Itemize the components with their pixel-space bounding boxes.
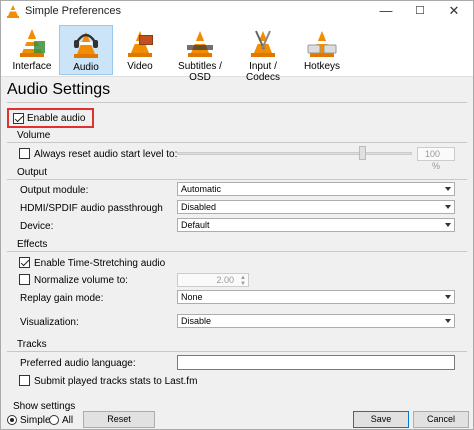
reset-audio-level-label: Always reset audio start level to:	[34, 149, 178, 160]
device-select[interactable]: Default	[177, 218, 455, 232]
enable-audio-checkbox[interactable]	[13, 113, 24, 124]
cone-interface-icon	[20, 29, 45, 57]
reset-audio-level-checkbox[interactable]	[19, 148, 30, 159]
tab-interface[interactable]: Interface	[7, 25, 57, 75]
volume-divider	[7, 142, 467, 143]
visualization-label: Visualization:	[20, 317, 79, 328]
tab-input-codecs[interactable]: Input / Codecs	[233, 25, 293, 83]
output-divider	[7, 179, 467, 180]
chevron-down-icon	[445, 187, 451, 191]
simple-radio-label: Simple	[20, 415, 51, 426]
spin-down-icon[interactable]: ▼	[240, 281, 246, 287]
maximize-button[interactable]: ☐	[403, 1, 437, 21]
device-label: Device:	[20, 221, 54, 232]
tracks-divider	[7, 351, 467, 352]
visualization-value: Disable	[181, 316, 212, 326]
replay-gain-label: Replay gain mode:	[20, 293, 104, 304]
output-group-label: Output	[17, 167, 48, 178]
hdmi-passthrough-value: Disabled	[181, 202, 217, 212]
tab-subtitles-osd[interactable]: Subtitles / OSD	[169, 25, 231, 83]
normalize-volume-label: Normalize volume to:	[34, 275, 128, 286]
all-radio[interactable]	[49, 415, 59, 425]
chevron-down-icon	[445, 319, 451, 323]
cone-video-icon	[128, 31, 153, 57]
chevron-down-icon	[445, 295, 451, 299]
tab-subtitles-osd-label: Subtitles / OSD	[178, 61, 222, 83]
vlc-cone-icon	[7, 5, 19, 18]
tab-video[interactable]: Video	[115, 25, 165, 75]
cone-subtitles-icon	[187, 31, 213, 57]
tab-hotkeys-label: Hotkeys	[303, 61, 341, 72]
show-settings-label: Show settings	[13, 401, 76, 412]
minimize-button[interactable]: —	[369, 1, 403, 21]
hdmi-passthrough-label: HDMI/SPDIF audio passthrough	[20, 203, 163, 214]
chevron-down-icon	[445, 223, 451, 227]
tab-input-codecs-label: Input / Codecs	[246, 61, 280, 83]
category-toolbar: Interface Audio Video Subtitles / OSD In…	[1, 21, 473, 83]
lastfm-checkbox[interactable]	[19, 375, 30, 386]
chevron-down-icon	[445, 205, 451, 209]
volume-slider-track[interactable]	[177, 152, 412, 155]
time-stretch-label: Enable Time-Stretching audio	[34, 258, 166, 269]
volume-group-label: Volume	[17, 130, 51, 141]
reset-preferences-button[interactable]: Reset Preferences	[83, 411, 155, 430]
cone-headphones-icon	[74, 32, 98, 58]
effects-group-label: Effects	[17, 239, 48, 250]
hdmi-passthrough-select[interactable]: Disabled	[177, 200, 455, 214]
tab-hotkeys[interactable]: Hotkeys	[297, 25, 347, 75]
device-value: Default	[181, 220, 210, 230]
window-title: Simple Preferences	[25, 5, 121, 17]
enable-audio-label: Enable audio	[27, 113, 86, 124]
normalize-volume-checkbox[interactable]	[19, 274, 30, 285]
output-module-value: Automatic	[181, 184, 222, 194]
volume-level-value: 100 %	[424, 149, 440, 171]
replay-gain-select[interactable]: None	[177, 290, 455, 304]
cancel-button[interactable]: Cancel	[413, 411, 469, 428]
preferred-language-input[interactable]	[177, 355, 455, 370]
output-module-select[interactable]: Automatic	[177, 182, 455, 196]
page-title: Audio Settings	[7, 81, 111, 98]
visualization-select[interactable]: Disable	[177, 314, 455, 328]
all-radio-label: All	[62, 415, 74, 426]
volume-level-spinbox[interactable]: 100 %	[417, 147, 455, 171]
time-stretch-checkbox[interactable]	[19, 257, 30, 268]
output-module-label: Output module:	[20, 185, 89, 196]
normalize-volume-spinbox[interactable]: 2.00 ▲ ▼	[177, 273, 249, 287]
replay-gain-value: None	[181, 292, 203, 302]
tab-audio-label: Audio	[73, 62, 99, 73]
title-divider	[7, 102, 467, 103]
effects-divider	[7, 251, 467, 252]
normalize-volume-value: 2.00	[216, 275, 234, 285]
save-button[interactable]: Save	[353, 411, 409, 428]
tracks-group-label: Tracks	[17, 339, 47, 350]
close-button[interactable]: ✕	[437, 1, 471, 21]
tab-audio[interactable]: Audio	[59, 25, 113, 75]
cone-hotkeys-icon	[307, 31, 337, 57]
title-bar: Simple Preferences — ☐ ✕	[1, 1, 473, 21]
preferred-language-label: Preferred audio language:	[20, 358, 136, 369]
tab-interface-label: Interface	[12, 61, 52, 72]
preferences-window: Simple Preferences — ☐ ✕ Interface Audio…	[0, 0, 474, 430]
simple-radio[interactable]	[7, 415, 17, 425]
cone-input-icon	[251, 30, 275, 57]
lastfm-label: Submit played tracks stats to Last.fm	[34, 376, 198, 387]
volume-slider-thumb[interactable]	[359, 146, 366, 160]
tab-video-label: Video	[127, 61, 153, 72]
